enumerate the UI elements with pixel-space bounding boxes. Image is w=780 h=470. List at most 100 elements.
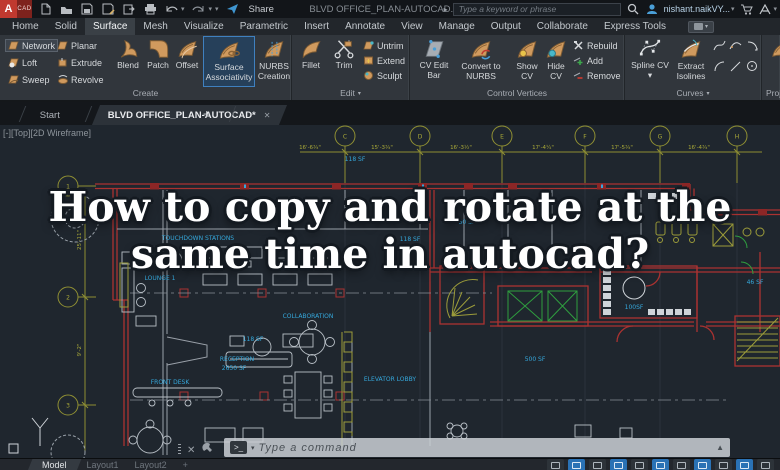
sweep-button[interactable]: Sweep [8, 74, 50, 85]
print-icon[interactable] [143, 2, 157, 16]
untrim-button[interactable]: Untrim [363, 40, 404, 51]
autodesk-caret-icon[interactable]: ▾ [773, 5, 777, 13]
osnap-toggle-icon[interactable] [652, 459, 669, 470]
ortho-toggle-icon[interactable] [589, 459, 606, 470]
snap-toggle-icon[interactable] [568, 459, 585, 470]
tab-manage[interactable]: Manage [431, 18, 483, 35]
spline-cv-button[interactable]: Spline CV▾ [631, 38, 669, 80]
extend-button[interactable]: Extend [363, 55, 405, 66]
revolve-button[interactable]: Revolve [57, 74, 104, 85]
circle-icon[interactable] [746, 60, 759, 78]
lineweight-toggle-icon[interactable] [673, 459, 690, 470]
tab-active-document[interactable]: BLVD OFFICE_PLAN-AUTOCAD* ✕ [92, 105, 287, 125]
panel-project: Proje [762, 35, 780, 100]
dynamic-input-toggle-icon[interactable] [694, 459, 711, 470]
tab-view[interactable]: View [393, 18, 431, 35]
redo-icon[interactable] [192, 2, 206, 16]
tab-visualize[interactable]: Visualize [176, 18, 232, 35]
tab-insert[interactable]: Insert [296, 18, 337, 35]
tab-parametric[interactable]: Parametric [232, 18, 296, 35]
project-geometry-button[interactable] [768, 38, 780, 61]
panel-label-edit[interactable]: Edit▾ [292, 87, 409, 99]
workspace-toggle-icon[interactable] [736, 459, 753, 470]
remove-cv-button[interactable]: Remove [573, 70, 621, 81]
nurbs-creation-button[interactable]: NURBSCreation [257, 36, 291, 81]
network-button[interactable]: Network [5, 39, 58, 52]
tab-start[interactable]: Start [24, 105, 76, 125]
command-bar[interactable]: >_ ▾ Type a command ▲ [224, 438, 730, 457]
new-layout-icon[interactable]: + [175, 459, 196, 470]
panel-label-curves[interactable]: Curves▾ [625, 87, 761, 99]
infocenter-arrow-icon[interactable]: ▸ [444, 5, 448, 14]
ribbon-display-toggle[interactable]: ▾ [688, 21, 714, 33]
annotation-toggle-icon[interactable] [715, 459, 732, 470]
tab-express-tools[interactable]: Express Tools [596, 18, 674, 35]
close-command-icon[interactable]: ✕ [187, 445, 195, 456]
convert-to-nurbs-button[interactable]: Convert toNURBS [460, 38, 502, 81]
search-input[interactable] [453, 3, 621, 16]
layout2-tab[interactable]: Layout2 [127, 459, 175, 470]
show-cv-button[interactable]: ShowCV [513, 38, 541, 81]
open-folder-icon[interactable] [59, 2, 73, 16]
command-caret-icon[interactable]: ▾ [251, 444, 255, 452]
close-tab-icon[interactable]: ✕ [264, 111, 271, 120]
curve-flip-icon[interactable] [746, 39, 759, 57]
viewport-controls[interactable]: [-][Top][2D Wireframe] [3, 128, 91, 138]
surface-associativity-button[interactable]: SurfaceAssociativity [203, 36, 255, 87]
autodesk-mark-icon[interactable] [758, 2, 772, 16]
fillet-button[interactable]: Fillet [296, 38, 326, 71]
new-tab-icon[interactable]: + [203, 107, 210, 121]
trim-button[interactable]: Trim [330, 38, 358, 71]
add-cv-button[interactable]: Add [573, 55, 603, 66]
spline-freehand-icon[interactable] [729, 39, 742, 57]
user-caret-icon[interactable]: ▾ [731, 5, 735, 13]
patch-button[interactable]: Patch [143, 38, 173, 71]
search-icon[interactable] [626, 2, 640, 16]
extrude-button[interactable]: Extrude [57, 57, 102, 68]
planar-button[interactable]: Planar [57, 40, 97, 51]
tab-solid[interactable]: Solid [47, 18, 85, 35]
drag-handle-icon[interactable] [178, 444, 181, 456]
hide-cv-button[interactable]: HideCV [542, 38, 570, 81]
new-file-icon[interactable] [38, 2, 52, 16]
qat-customize-icon[interactable]: ▾ [215, 5, 219, 13]
floorplan-drawing[interactable]: C D E F G H 1 2 3 16'-6¾" 15'-3¾" 16'-3½… [0, 125, 780, 458]
tab-collaborate[interactable]: Collaborate [529, 18, 596, 35]
wrench-icon[interactable] [201, 441, 214, 459]
undo-icon[interactable] [164, 2, 178, 16]
command-prompt-icon[interactable]: >_ [230, 441, 247, 454]
cart-icon[interactable] [739, 2, 753, 16]
tab-annotate[interactable]: Annotate [337, 18, 393, 35]
offset-button[interactable]: Offset [172, 38, 202, 71]
cv-edit-bar-button[interactable]: CV Edit Bar [412, 38, 456, 80]
polar-toggle-icon[interactable] [610, 459, 627, 470]
tab-mesh[interactable]: Mesh [135, 18, 175, 35]
autocad-logo[interactable]: A CAD [0, 0, 32, 18]
sculpt-button[interactable]: Sculpt [363, 70, 402, 81]
tab-surface[interactable]: Surface [85, 18, 135, 35]
customize-status-icon[interactable] [757, 459, 774, 470]
share-plane-icon[interactable] [226, 2, 240, 16]
rebuild-button[interactable]: Rebuild [573, 40, 618, 51]
tab-home[interactable]: Home [4, 18, 47, 35]
arc-icon[interactable] [713, 60, 726, 78]
loft-button[interactable]: Loft [8, 57, 37, 68]
export-icon[interactable] [122, 2, 136, 16]
grid-toggle-icon[interactable] [547, 459, 564, 470]
model-tab[interactable]: Model [28, 459, 81, 470]
tab-output[interactable]: Output [483, 18, 529, 35]
isodraft-toggle-icon[interactable] [631, 459, 648, 470]
command-input[interactable]: Type a command [259, 442, 713, 454]
undo-caret-icon[interactable]: ▾ [181, 5, 185, 13]
user-name[interactable]: nishant.naikVY... [664, 4, 730, 14]
save-as-icon[interactable] [101, 2, 115, 16]
command-expand-icon[interactable]: ▲ [716, 443, 724, 452]
blend-curve-icon[interactable] [713, 39, 726, 57]
layout1-tab[interactable]: Layout1 [79, 459, 127, 470]
blend-button[interactable]: Blend [113, 38, 143, 71]
save-icon[interactable] [80, 2, 94, 16]
line-icon[interactable] [729, 60, 742, 78]
extract-isolines-button[interactable]: ExtractIsolines [673, 38, 709, 81]
user-icon[interactable] [645, 2, 659, 16]
redo-caret-icon[interactable]: ▾ [209, 5, 213, 13]
